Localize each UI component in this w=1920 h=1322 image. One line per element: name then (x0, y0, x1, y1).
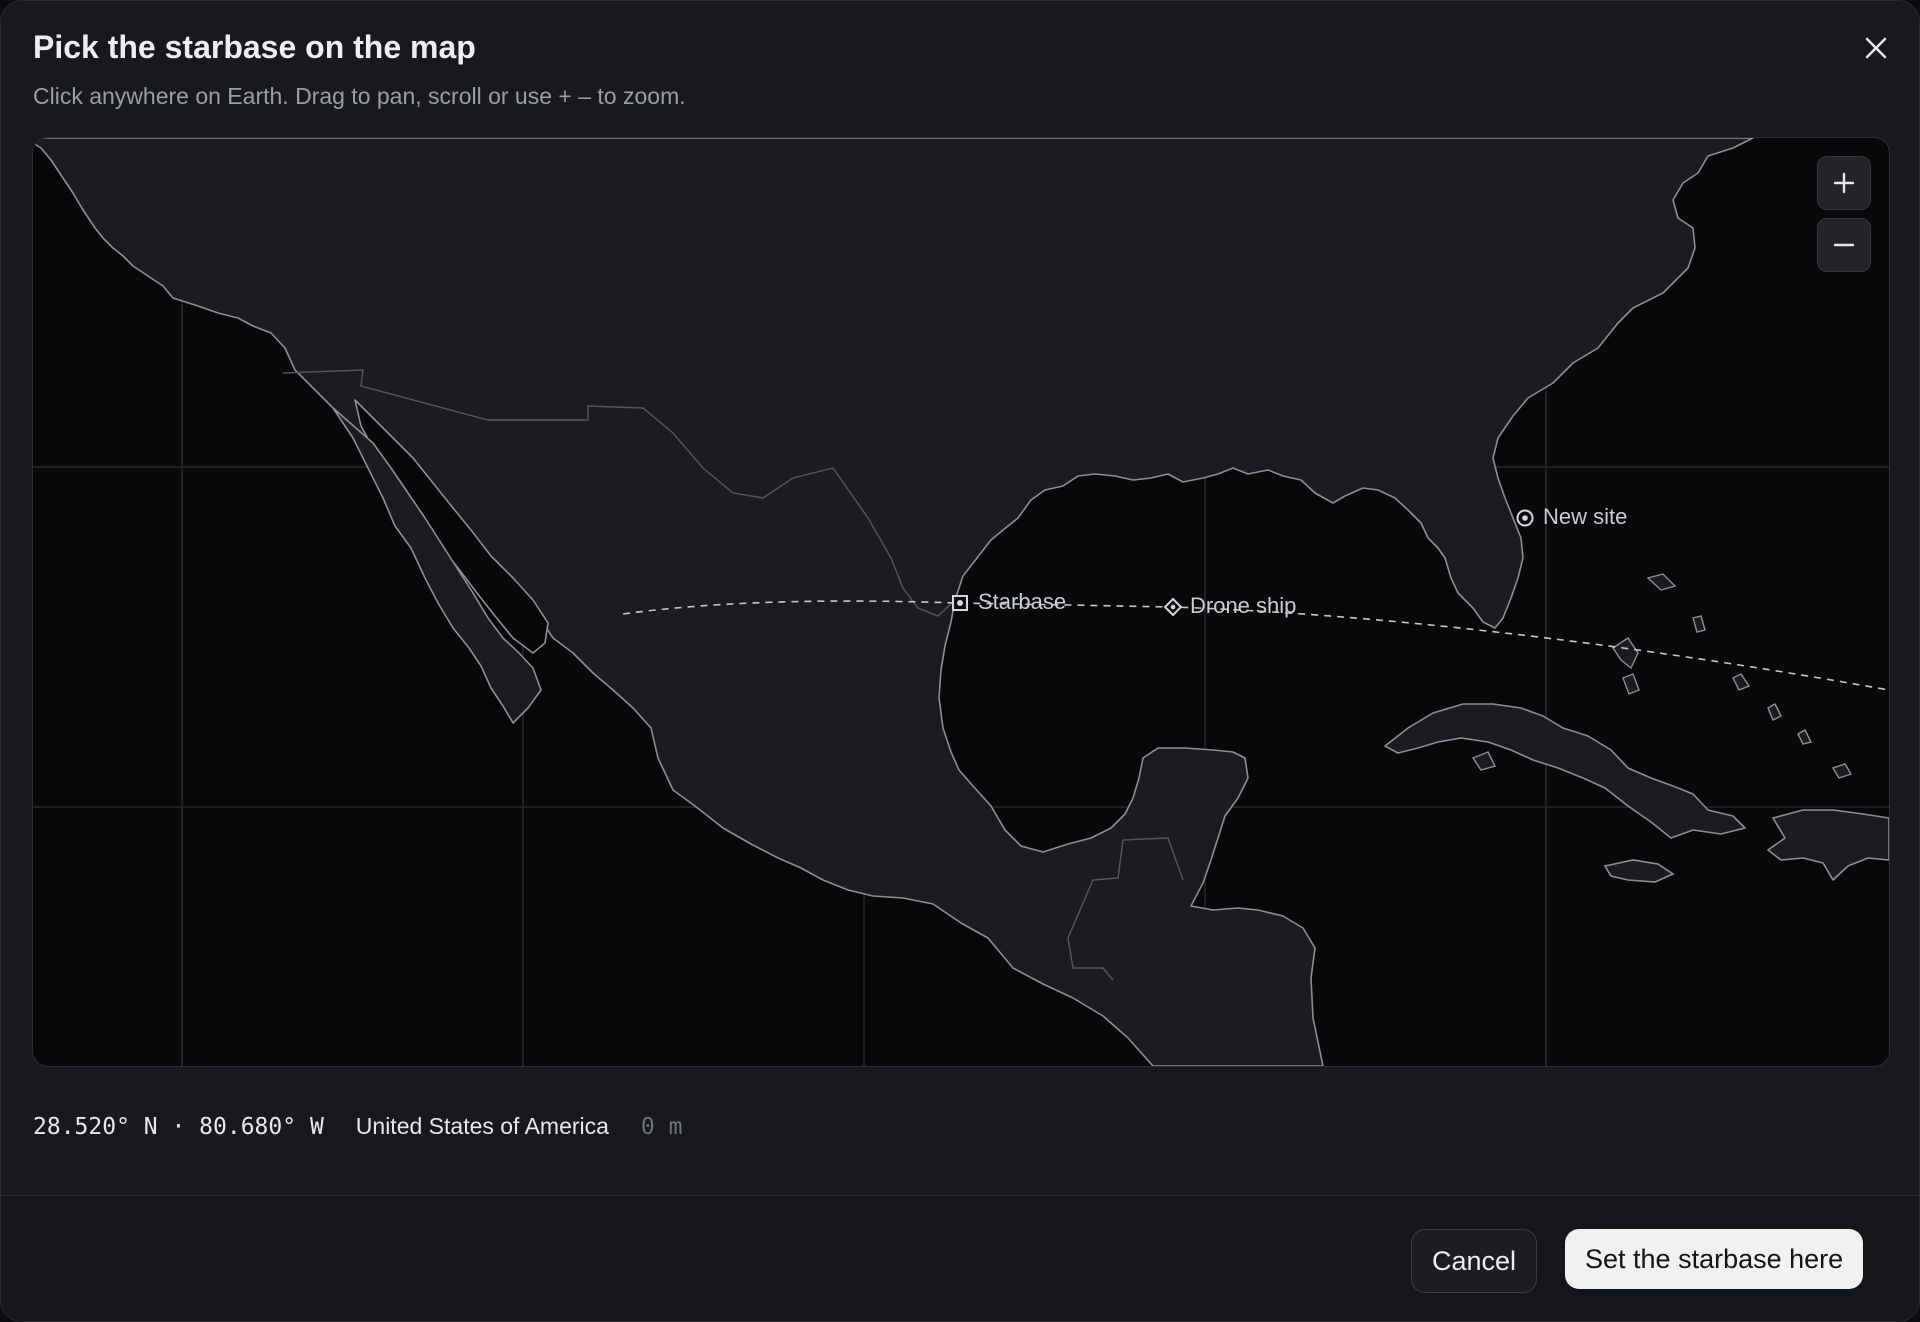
starbase-marker-label: Starbase (978, 589, 1067, 614)
map-canvas[interactable]: Starbase Drone ship New site (32, 137, 1890, 1067)
zoom-out-button[interactable] (1817, 218, 1871, 272)
close-button[interactable] (1857, 29, 1895, 67)
new-site-marker-label: New site (1543, 504, 1628, 529)
elevation-readout: 0 m (640, 1114, 683, 1140)
close-icon (1865, 37, 1887, 59)
island-jamaica (1603, 859, 1675, 883)
cancel-button[interactable]: Cancel (1411, 1229, 1538, 1293)
dialog-subtitle: Click anywhere on Earth. Drag to pan, sc… (33, 83, 686, 109)
location-readout: 28.520° N · 80.680° W United States of A… (33, 1113, 682, 1140)
drone-ship-marker-label: Drone ship (1190, 593, 1297, 618)
country-readout: United States of America (355, 1113, 609, 1139)
minus-icon (1833, 243, 1855, 247)
drone-ship-marker-icon[interactable] (1164, 598, 1182, 616)
island-hispaniola (1767, 809, 1889, 881)
zoom-in-button[interactable] (1817, 156, 1871, 210)
landmass-north-america (33, 138, 1754, 1066)
starbase-marker-icon[interactable] (951, 594, 969, 612)
dialog-title: Pick the starbase on the map (33, 29, 476, 65)
starbase-picker-dialog: Pick the starbase on the map Click anywh… (0, 0, 1920, 1322)
dialog-footer: Cancel Set the starbase here (1, 1195, 1919, 1321)
set-starbase-button[interactable]: Set the starbase here (1565, 1229, 1864, 1289)
island-cuba (1384, 703, 1746, 839)
new-site-marker-icon[interactable] (1515, 508, 1535, 528)
plus-icon (1833, 172, 1855, 194)
coordinates-readout: 28.520° N · 80.680° W (33, 1114, 324, 1140)
